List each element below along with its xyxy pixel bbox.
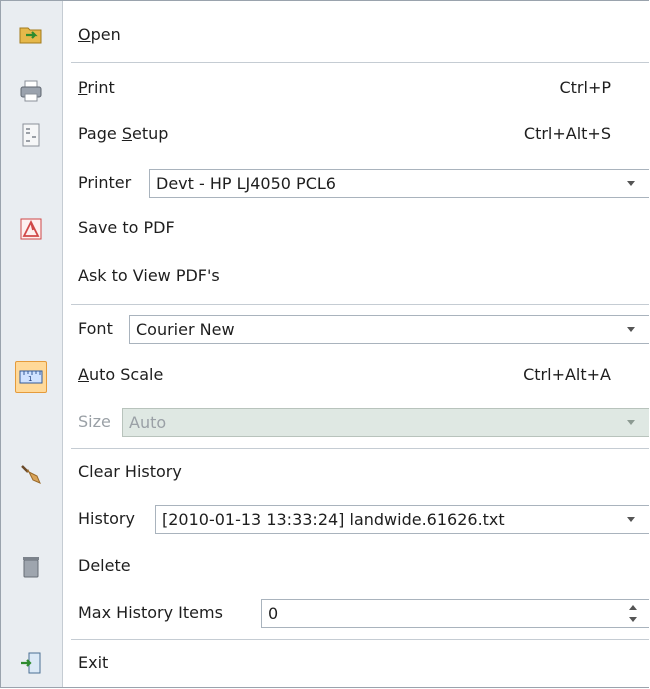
open-label: Open [78,25,121,44]
broom-icon [17,460,45,488]
separator [71,639,649,640]
chevron-down-icon [627,420,635,425]
menu-item-clear-history[interactable]: Clear History [63,453,649,493]
page-setup-label: Page Setup [78,124,169,143]
exit-label: Exit [78,653,109,672]
menu-item-open[interactable]: Open [63,16,649,56]
spinner-buttons[interactable] [629,602,639,626]
history-label: History [78,509,135,528]
max-history-label: Max History Items [78,603,223,622]
separator [71,448,649,449]
auto-scale-shortcut: Ctrl+Alt+A [523,365,611,384]
auto-scale-label: Auto Scale [78,365,164,384]
max-history-spinner[interactable]: 0 [261,599,649,628]
history-select[interactable]: [2010-01-13 13:33:24] landwide.61626.txt [155,505,649,534]
menu-item-auto-scale[interactable]: Auto Scale Ctrl+Alt+A [63,356,649,396]
pdf-icon [17,215,45,243]
save-to-pdf-label: Save to PDF [78,218,175,237]
menu-item-exit[interactable]: Exit [63,644,649,684]
size-value: Auto [129,413,167,432]
menu-item-print[interactable]: Print Ctrl+P [63,69,649,109]
menu-item-delete[interactable]: Delete [63,547,649,587]
font-select[interactable]: Courier New [129,315,649,344]
spinner-down-icon[interactable] [629,617,637,622]
printer-value: Devt - HP LJ4050 PCL6 [156,174,336,193]
menu-item-size: Size Auto [63,403,649,443]
max-history-value[interactable]: 0 [268,604,278,623]
menu-item-page-setup[interactable]: Page Setup Ctrl+Alt+S [63,115,649,155]
folder-open-icon [17,21,45,49]
page-setup-icon [17,121,45,149]
size-select: Auto [122,408,649,437]
font-value: Courier New [136,320,235,339]
separator [71,62,649,63]
chevron-down-icon[interactable] [627,517,635,522]
size-label: Size [78,412,111,431]
exit-door-icon [17,649,45,677]
file-menu: Open Print Ctrl+P Page Setup Ctrl+Alt+S … [0,0,649,688]
history-value: [2010-01-13 13:33:24] landwide.61626.txt [162,510,505,529]
printer-select[interactable]: Devt - HP LJ4050 PCL6 [149,169,649,198]
ask-to-view-pdf-label: Ask to View PDF's [78,266,220,285]
printer-icon [17,77,45,105]
trash-icon [17,553,45,581]
menu-item-save-to-pdf[interactable]: Save to PDF [63,209,649,249]
menu-item-ask-to-view-pdf[interactable]: Ask to View PDF's [63,257,649,297]
menu-item-max-history: Max History Items 0 [63,594,649,634]
menu-item-font: Font Courier New [63,310,649,350]
spinner-up-icon[interactable] [629,605,637,610]
menu-item-history: History [2010-01-13 13:33:24] landwide.6… [63,500,649,540]
chevron-down-icon[interactable] [627,181,635,186]
print-shortcut: Ctrl+P [559,78,611,97]
svg-text:1: 1 [28,375,32,383]
font-label: Font [78,319,113,338]
ruler-icon: 1 [15,361,47,393]
delete-label: Delete [78,556,131,575]
clear-history-label: Clear History [78,462,182,481]
chevron-down-icon[interactable] [627,327,635,332]
printer-label: Printer [78,173,132,192]
separator [71,304,649,305]
page-setup-shortcut: Ctrl+Alt+S [523,124,611,143]
menu-item-printer: Printer Devt - HP LJ4050 PCL6 [63,164,649,204]
print-label: Print [78,78,115,97]
